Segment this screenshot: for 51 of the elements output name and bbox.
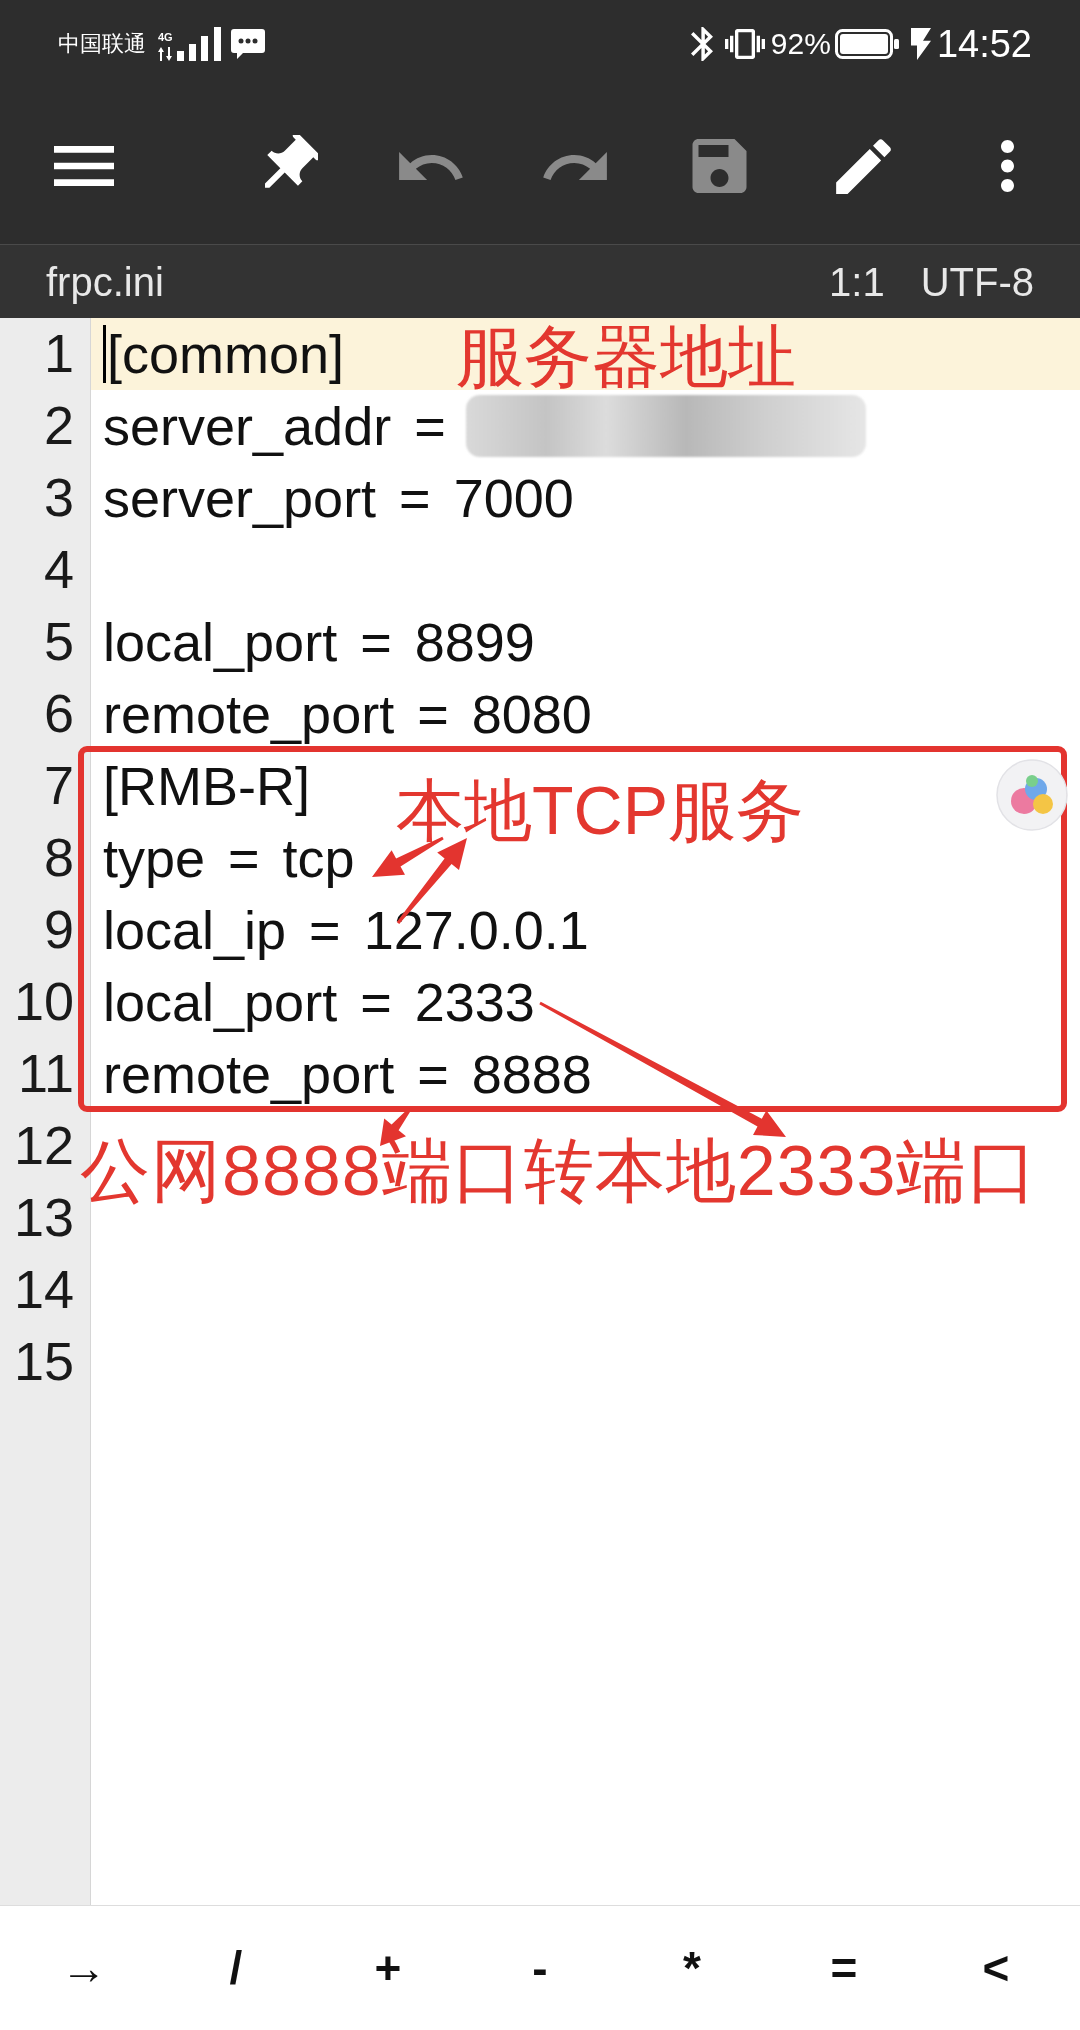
cursor-position: 1:1 xyxy=(829,261,885,302)
symbol-key[interactable]: * xyxy=(647,1926,737,2010)
code-line: [RMB-R] xyxy=(103,754,310,818)
file-name: frpc.ini xyxy=(46,261,164,302)
code-line: local_ip = 127.0.0.1 xyxy=(103,898,589,962)
charging-bolt-icon xyxy=(910,28,931,60)
text-cursor xyxy=(103,325,106,383)
symbol-key[interactable]: - xyxy=(495,1926,585,2010)
line-number: 1 xyxy=(43,324,74,384)
code-line: server_addr = xyxy=(103,394,446,458)
line-number: 7 xyxy=(43,756,74,816)
code-line: local_port = 8899 xyxy=(103,610,535,674)
line-number: 11 xyxy=(17,1044,74,1104)
line-number: 3 xyxy=(43,468,74,528)
line-number: 10 xyxy=(13,972,74,1032)
line-number: 9 xyxy=(43,900,74,960)
carrier-name: 中国联通 xyxy=(58,33,146,55)
code-line: remote_port = 8080 xyxy=(103,682,592,746)
code-line: type = tcp xyxy=(103,826,355,890)
symbol-key[interactable]: → xyxy=(39,1926,129,2010)
code-line: local_port = 2333 xyxy=(103,970,535,1034)
battery-icon xyxy=(834,29,899,59)
annotation-label: 服务器地址 xyxy=(456,322,796,390)
symbol-key[interactable]: + xyxy=(343,1926,433,2010)
symbol-key[interactable]: / xyxy=(191,1926,281,2010)
line-number: 5 xyxy=(43,612,74,672)
clock-time: 14:52 xyxy=(936,25,1032,63)
signal-bars-icon xyxy=(176,27,221,61)
annotation-label: 公网8888端口转本地2333端口 xyxy=(80,1136,1039,1206)
code-line: [common] xyxy=(107,322,345,386)
line-number: 13 xyxy=(13,1188,74,1248)
vibrate-icon xyxy=(724,29,765,59)
line-number: 14 xyxy=(13,1260,74,1320)
code-line: server_port = 7000 xyxy=(103,466,574,530)
line-number: 4 xyxy=(43,540,74,600)
symbol-key[interactable]: < xyxy=(951,1926,1041,2010)
network-type: 4G xyxy=(158,32,173,43)
message-icon xyxy=(230,29,265,59)
line-number: 8 xyxy=(43,828,74,888)
file-encoding: UTF-8 xyxy=(920,261,1034,302)
battery-percentage: 92% xyxy=(770,29,831,59)
line-number: 15 xyxy=(13,1332,74,1392)
bluetooth-icon xyxy=(690,27,713,61)
line-number: 2 xyxy=(43,396,74,456)
symbol-key[interactable]: = xyxy=(799,1926,889,2010)
line-number: 12 xyxy=(13,1116,74,1176)
floating-bubble-icon[interactable] xyxy=(996,759,1068,831)
code-line: remote_port = 8888 xyxy=(103,1042,592,1106)
annotation-label: 本地TCP服务 xyxy=(396,776,804,844)
data-arrows-icon xyxy=(158,47,173,61)
line-number: 6 xyxy=(43,684,74,744)
